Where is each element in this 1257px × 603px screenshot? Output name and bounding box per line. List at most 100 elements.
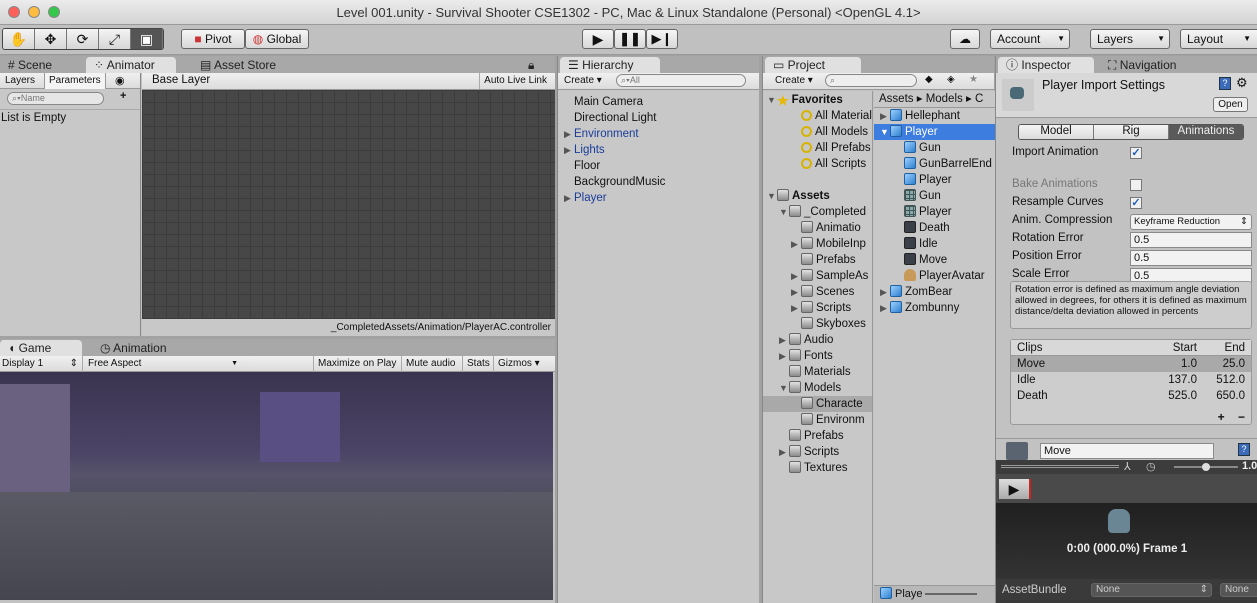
project-item[interactable]: ▶ Fonts — [763, 348, 872, 364]
account-dropdown[interactable]: Account ▼ — [990, 29, 1070, 49]
expand-arrow-icon[interactable]: ▶ — [564, 142, 574, 158]
import-animation-checkbox[interactable]: ✓ — [1130, 147, 1142, 159]
hierarchy-search-input[interactable]: ⌕▾All — [616, 74, 746, 87]
project-item[interactable]: ▶ Audio — [763, 332, 872, 348]
expand-arrow-icon[interactable]: ▼ — [779, 380, 789, 396]
project-item[interactable]: Materials — [763, 364, 872, 380]
project-item[interactable]: ▼★ Favorites — [763, 92, 872, 108]
preview-play-button[interactable]: ▶ — [999, 479, 1031, 499]
project-item[interactable]: ▶ ZomBear — [874, 284, 995, 300]
layers-dropdown[interactable]: Layers ▼ — [1090, 29, 1170, 49]
variant-dropdown[interactable]: None — [1220, 583, 1257, 597]
parameter-search-input[interactable]: ⌕▾Name — [7, 92, 104, 105]
project-item[interactable]: ▶ SampleAs — [763, 268, 872, 284]
hierarchy-item[interactable]: ▶ Lights — [558, 142, 759, 158]
open-button[interactable]: Open — [1213, 97, 1248, 112]
project-item[interactable]: Prefabs — [763, 428, 872, 444]
maximize-on-play-button[interactable]: Maximize on Play — [313, 356, 400, 372]
global-button[interactable]: ◍ Global — [245, 29, 309, 49]
filter-by-type-icon[interactable]: ◆ — [925, 74, 933, 85]
tab-asset-store[interactable]: ▤ Asset Store — [192, 57, 284, 73]
project-item[interactable]: All Prefabs — [763, 140, 872, 156]
help-icon[interactable]: ? — [1219, 77, 1231, 90]
game-viewport[interactable] — [0, 372, 553, 600]
expand-arrow-icon[interactable]: ▶ — [791, 268, 801, 284]
hierarchy-item[interactable]: ▶ Player — [558, 190, 759, 206]
filter-by-label-icon[interactable]: ◈ — [947, 74, 955, 85]
expand-arrow-icon[interactable]: ▶ — [791, 236, 801, 252]
project-item[interactable]: Prefabs — [763, 252, 872, 268]
tab-animations[interactable]: Animations — [1169, 125, 1243, 139]
gizmos-dropdown[interactable]: Gizmos ▾ — [493, 356, 544, 372]
tab-model[interactable]: Model — [1019, 125, 1094, 139]
clip-row[interactable]: Idle 137.0 512.0 — [1011, 372, 1251, 388]
hierarchy-item[interactable]: BackgroundMusic — [558, 174, 759, 190]
clip-row[interactable]: Death 525.0 650.0 — [1011, 388, 1251, 404]
step-button[interactable]: ▶❙ — [646, 29, 678, 49]
tab-rig[interactable]: Rig — [1094, 125, 1169, 139]
hierarchy-create-button[interactable]: Create ▾ — [564, 75, 602, 86]
pivot-button[interactable]: ■ Pivot — [181, 29, 245, 49]
breadcrumb-item[interactable]: Assets — [879, 93, 914, 105]
animation-preview[interactable]: 0:00 (000.0%) Frame 1 — [996, 503, 1257, 579]
speed-slider[interactable] — [1174, 463, 1238, 471]
expand-arrow-icon[interactable]: ▶ — [564, 190, 574, 206]
add-parameter-button[interactable]: + — [120, 90, 126, 102]
expand-arrow-icon[interactable]: ▶ — [779, 332, 789, 348]
expand-arrow-icon[interactable]: ▶ — [779, 348, 789, 364]
project-item[interactable]: Animatio — [763, 220, 872, 236]
project-item[interactable]: All Materials — [763, 108, 872, 124]
close-window-button[interactable] — [8, 6, 20, 18]
zoom-window-button[interactable] — [48, 6, 60, 18]
layout-dropdown[interactable]: Layout ▼ — [1180, 29, 1257, 49]
project-item[interactable]: Player — [874, 172, 995, 188]
project-item[interactable]: ▼ _Completed — [763, 204, 872, 220]
clip-row[interactable]: Move 1.0 25.0 — [1011, 356, 1251, 372]
project-item[interactable]: ▶ Scripts — [763, 300, 872, 316]
expand-arrow-icon[interactable]: ▼ — [767, 92, 777, 108]
tab-project[interactable]: ▭ Project — [765, 57, 861, 73]
assetbundle-dropdown[interactable]: None ⇕ — [1091, 583, 1212, 597]
project-item[interactable]: Player — [874, 204, 995, 220]
hierarchy-item[interactable]: Floor — [558, 158, 759, 174]
lock-icon[interactable]: 🔒︎ — [520, 57, 542, 73]
project-item[interactable]: ▼ Models — [763, 380, 872, 396]
project-item[interactable]: All Scripts — [763, 156, 872, 172]
project-item[interactable]: GunBarrelEnd — [874, 156, 995, 172]
project-item[interactable]: Characte — [763, 396, 872, 412]
position-error-field[interactable]: 0.5 — [1130, 250, 1252, 266]
resample-curves-checkbox[interactable]: ✓ — [1130, 197, 1142, 209]
tab-scene[interactable]: # Scene — [0, 57, 60, 73]
expand-arrow-icon[interactable]: ▶ — [791, 284, 801, 300]
aspect-dropdown[interactable]: Free Aspect ▼ — [82, 356, 242, 372]
gear-icon[interactable]: ⚙ — [1236, 75, 1248, 91]
anim-compression-dropdown[interactable]: Keyframe Reduction ⇕ — [1130, 214, 1252, 230]
project-item[interactable]: Death — [874, 220, 995, 236]
tab-hierarchy[interactable]: ☰ Hierarchy — [560, 57, 660, 73]
expand-arrow-icon[interactable]: ▶ — [779, 444, 789, 460]
stats-button[interactable]: Stats — [462, 356, 494, 372]
mute-audio-button[interactable]: Mute audio — [401, 356, 459, 372]
tab-animation[interactable]: ◷ Animation — [92, 340, 175, 356]
hierarchy-item[interactable]: Directional Light — [558, 110, 759, 126]
remove-clip-button[interactable]: − — [1238, 410, 1245, 424]
add-clip-button[interactable]: + — [1218, 410, 1225, 424]
project-item[interactable]: ▶ Scripts — [763, 444, 872, 460]
tab-parameters[interactable]: Parameters — [44, 73, 106, 89]
expand-arrow-icon[interactable]: ▶ — [791, 300, 801, 316]
breadcrumb-item[interactable]: C — [975, 93, 983, 105]
project-item[interactable]: ▼ Player — [874, 124, 995, 140]
animator-graph-canvas[interactable] — [142, 90, 555, 319]
icon-size-slider[interactable] — [924, 593, 977, 596]
clip-name-field[interactable]: Move — [1040, 443, 1214, 459]
expand-arrow-icon[interactable]: ▶ — [880, 108, 890, 124]
expand-arrow-icon[interactable]: ▶ — [880, 300, 890, 316]
project-item[interactable]: All Models — [763, 124, 872, 140]
expand-arrow-icon[interactable]: ▼ — [767, 188, 777, 204]
hierarchy-item[interactable]: ▶ Environment — [558, 126, 759, 142]
pause-button[interactable]: ❚❚ — [614, 29, 646, 49]
auto-live-link-button[interactable]: Auto Live Link — [479, 73, 551, 89]
bake-animations-checkbox[interactable] — [1130, 179, 1142, 191]
project-create-button[interactable]: Create ▾ — [775, 75, 813, 86]
tab-inspector[interactable]: ⓘ Inspector — [998, 57, 1094, 73]
